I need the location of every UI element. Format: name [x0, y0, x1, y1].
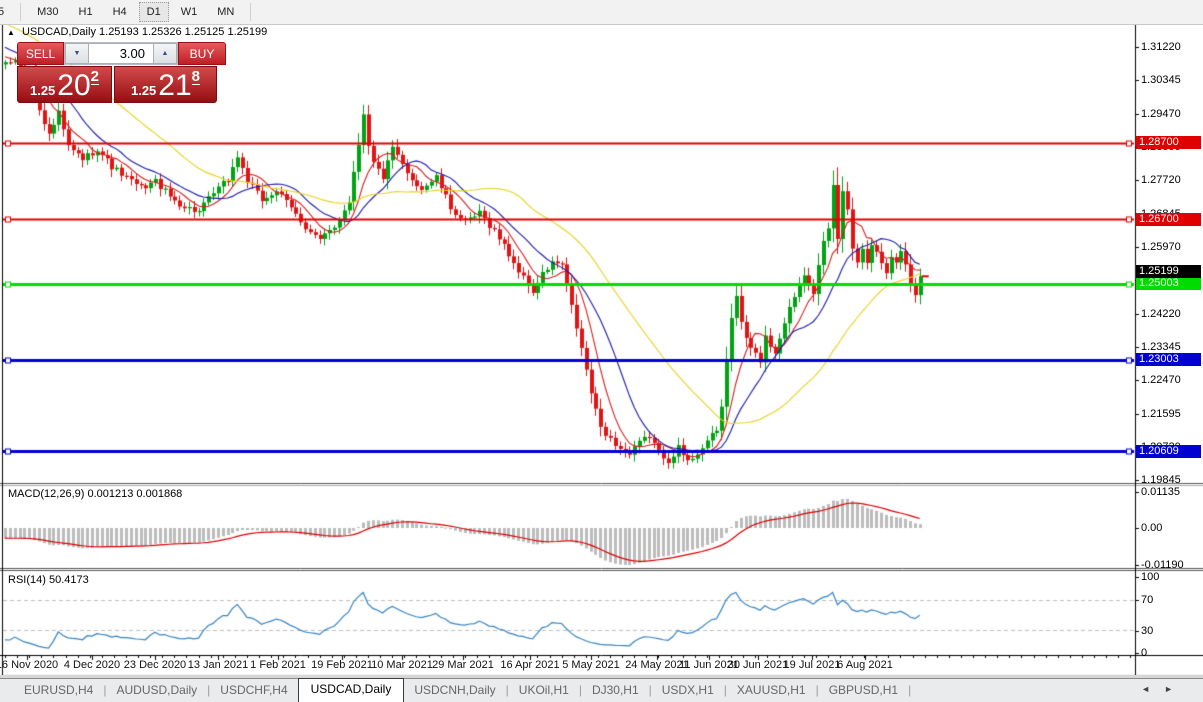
- macd-header: MACD(12,26,9) 0.001213 0.001868: [8, 488, 182, 500]
- hline-price-label[interactable]: 1.28700: [1136, 136, 1201, 149]
- chart-title: ▲ USDCAD,Daily 1.25193 1.25326 1.25125 1…: [7, 26, 267, 38]
- trading-terminal: 5 M30H1H4D1W1MN ▲ USDCAD,Daily 1.25193 1.…: [0, 0, 1203, 702]
- chart-tab-gbpusd[interactable]: GBPUSD,H1: [819, 679, 908, 702]
- sell-price-sup: 2: [91, 69, 99, 85]
- rsi-header: RSI(14) 50.4173: [8, 574, 89, 586]
- price-tick-label: 1.19845: [1141, 474, 1181, 486]
- timeframe-button-h4[interactable]: H4: [105, 2, 135, 22]
- volume-spinner: ▼ 3.00 ▲: [64, 42, 178, 65]
- chart-tab-xauusd[interactable]: XAUUSD,H1: [727, 679, 816, 702]
- tab-scroll-left-icon[interactable]: ◄: [1141, 684, 1164, 694]
- chart-canvas[interactable]: [0, 0, 1203, 702]
- price-tick-label: 1.30345: [1141, 74, 1181, 86]
- chart-tab-eurusd[interactable]: EURUSD,H4: [14, 679, 103, 702]
- rsi-name: RSI(14): [8, 574, 46, 586]
- timeframe-toolbar: 5 M30H1H4D1W1MN: [0, 0, 1203, 25]
- price-tick-label: 1.31220: [1141, 41, 1181, 53]
- collapse-triangle-icon[interactable]: ▲: [7, 28, 15, 37]
- chart-tab-ukoil[interactable]: UKOil,H1: [509, 679, 579, 702]
- chart-tab-usdchf[interactable]: USDCHF,H4: [210, 679, 297, 702]
- timeframe-button-5[interactable]: 5: [0, 2, 12, 22]
- sell-price-big: 20: [57, 71, 90, 101]
- tab-scroll-right-icon[interactable]: ►: [1164, 684, 1187, 694]
- price-tick-label: 1.29470: [1141, 108, 1181, 120]
- timeframe-button-d1[interactable]: D1: [139, 2, 169, 22]
- bid-price-label: 1.25199: [1136, 265, 1201, 278]
- one-click-trade-panel: SELL ▼ 3.00 ▲ BUY 1.25 20 2 1.25 21 8: [17, 42, 226, 103]
- hline-price-label[interactable]: 1.26700: [1136, 213, 1201, 226]
- timeframe-button-mn[interactable]: MN: [209, 2, 242, 22]
- chart-tab-dj30[interactable]: DJ30,H1: [582, 679, 649, 702]
- rsi-axis-label: 30: [1141, 625, 1153, 637]
- hline-price-label[interactable]: 1.23003: [1136, 353, 1201, 366]
- buy-price-sup: 8: [192, 69, 200, 85]
- chart-tab-usdx[interactable]: USDX,H1: [652, 679, 724, 702]
- timeframe-button-h1[interactable]: H1: [71, 2, 101, 22]
- chart-tab-audusd[interactable]: AUDUSD,Daily: [106, 679, 207, 702]
- tab-separator: |: [908, 683, 911, 702]
- rsi-axis-label: 0: [1141, 647, 1147, 659]
- buy-price-small: 1.25: [131, 81, 156, 101]
- volume-input[interactable]: 3.00: [89, 43, 153, 64]
- macd-axis-label: 0.01135: [1141, 486, 1180, 498]
- price-tick-label: 1.25970: [1141, 241, 1181, 253]
- buy-price-big: 21: [158, 71, 191, 101]
- timeframe-button-m30[interactable]: M30: [29, 2, 66, 22]
- macd-axis-label: 0.00: [1141, 522, 1162, 534]
- sell-button[interactable]: SELL: [17, 42, 64, 65]
- rsi-axis-label: 100: [1141, 571, 1159, 583]
- chart-symbol-label: USDCAD,Daily: [22, 26, 96, 38]
- hline-price-label[interactable]: 1.20609: [1136, 445, 1201, 458]
- price-tick-label: 1.21595: [1141, 408, 1181, 420]
- price-tick-label: 1.22470: [1141, 374, 1181, 386]
- volume-decrease-button[interactable]: ▼: [65, 43, 89, 64]
- toolbar-separator: [250, 3, 251, 21]
- buy-price-box[interactable]: 1.25 21 8: [114, 66, 217, 103]
- price-tick-label: 1.24220: [1141, 308, 1181, 320]
- tab-scroll-arrows: ◄►: [1141, 684, 1187, 694]
- date-tick-label: 6 Aug 2021: [825, 659, 905, 671]
- chart-tab-usdcnh[interactable]: USDCNH,Daily: [404, 679, 505, 702]
- toolbar-separator: [20, 3, 21, 21]
- volume-increase-button[interactable]: ▲: [153, 43, 177, 64]
- macd-values: 0.001213 0.001868: [87, 488, 182, 500]
- chart-ohlc-values: 1.25193 1.25326 1.25125 1.25199: [99, 26, 267, 38]
- timeframe-button-w1[interactable]: W1: [173, 2, 206, 22]
- macd-axis-label: -0.01190: [1141, 559, 1184, 571]
- hline-price-label[interactable]: 1.25003: [1136, 277, 1201, 290]
- sell-price-small: 1.25: [30, 81, 55, 101]
- rsi-axis-label: 70: [1141, 594, 1153, 606]
- buy-button[interactable]: BUY: [178, 42, 226, 65]
- rsi-value: 50.4173: [49, 574, 89, 586]
- sell-price-box[interactable]: 1.25 20 2: [17, 66, 112, 103]
- macd-name: MACD(12,26,9): [8, 488, 84, 500]
- price-tick-label: 1.27720: [1141, 174, 1181, 186]
- price-tick-label: 1.23345: [1141, 341, 1181, 353]
- chart-tab-usdcad[interactable]: USDCAD,Daily: [298, 678, 405, 702]
- chart-tab-bar: EURUSD,H4|AUDUSD,Daily|USDCHF,H4USDCAD,D…: [0, 678, 1203, 702]
